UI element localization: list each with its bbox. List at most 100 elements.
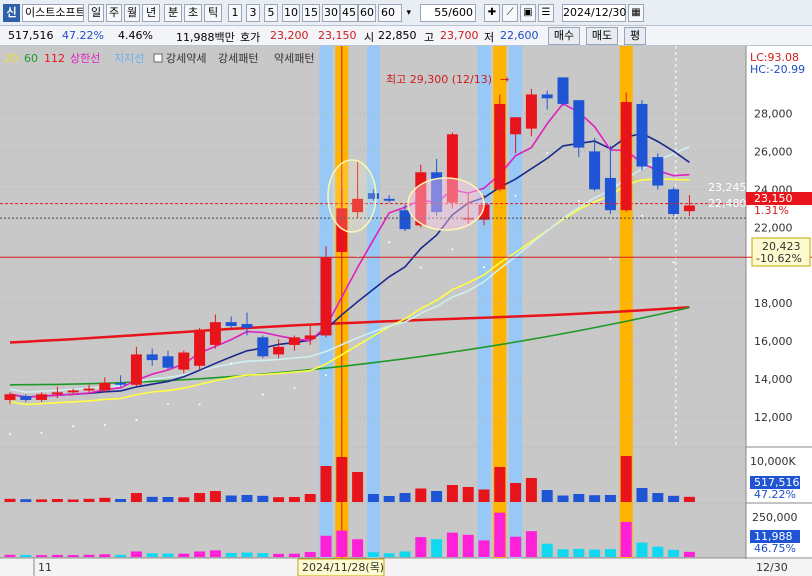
amount-bar [162,553,174,557]
support-dot [103,423,106,426]
volume-bar [510,483,522,502]
volume-bar [683,496,695,502]
volume-bar [273,497,285,502]
interval-45[interactable]: 45 [340,4,358,22]
month-label: 11 [38,561,52,574]
tab-year[interactable]: 년 [142,4,160,22]
eval-button[interactable]: 평 [624,27,646,45]
amount-bar [67,555,79,557]
interval-1[interactable]: 1 [228,4,242,22]
amount-bar [83,554,95,557]
volume-bar [225,495,237,502]
support-dot [230,362,233,365]
amount-bar [557,549,569,557]
amount-bar [668,549,680,557]
tab-week[interactable]: 주 [106,4,122,22]
amount-bar [446,532,458,557]
candle-up [178,352,190,370]
legend-ma112: 112 [44,52,65,65]
interval-30[interactable]: 30 [322,4,340,22]
volume-bar [257,495,269,502]
candle-up [99,382,111,391]
support-dot [483,266,485,269]
tab-second[interactable]: 초 [184,4,202,22]
crosshair-date: 2024/11/28(목) [302,561,384,574]
price-tick-label: 28,000 [754,107,793,120]
amount-bar [367,552,379,557]
volume-bar [83,498,95,502]
interval-5[interactable]: 5 [264,4,278,22]
date-input[interactable]: 2024/12/30 [562,4,626,22]
amount-bar [4,554,16,557]
volume-tag-ratio: 47.22% [754,488,796,501]
interval-10[interactable]: 10 [282,4,300,22]
tab-tick[interactable]: 틱 [204,4,222,22]
high-annotation: 최고 29,300 (12/13) [386,73,492,86]
legend-weak-pattern: 약세패턴 [274,51,314,65]
price-chart[interactable]: 20 60 112 상한선 지지선 강세약세 강세패턴 약세패턴 최고 29,3… [0,46,812,576]
interval-15[interactable]: 15 [302,4,320,22]
new-badge[interactable]: 신 [3,4,20,22]
support-dot [9,433,11,436]
volume-bar [525,478,537,502]
sell-button[interactable]: 매도 [586,27,618,45]
amount-bar [683,551,695,557]
amount-bar [510,536,522,557]
candle-down [399,210,411,230]
ask-label: 호가 [240,31,261,44]
tab-day[interactable]: 일 [88,4,104,22]
calendar-icon[interactable]: ▦ [628,4,644,22]
interval-dropdown[interactable]: 60 ▾ [378,4,411,22]
chart-toolbar: 신 이스트소프트 일 주 월 년 분 초 틱 1 3 5 10 15 30 45… [0,0,812,26]
amount-tag-ratio: 46.75% [754,542,796,555]
volume-bar [446,485,458,502]
candle-up [288,337,300,345]
interval-60[interactable]: 60 [358,4,376,22]
volume-bar [51,499,63,502]
volume-bar [589,495,601,502]
tab-month[interactable]: 월 [124,4,140,22]
volume-bar [462,487,474,502]
strength-checkbox[interactable] [153,53,163,63]
crosshair-icon[interactable]: ✚ [484,4,500,22]
amount-bar [257,553,269,557]
candle-down [668,189,680,214]
amount-value: 11,988백만 [176,31,235,44]
stock-name-input[interactable]: 이스트소프트 [22,4,84,22]
support-dot [198,403,201,406]
quote-bar: 517,516 47.22% 4.46% 11,988백만 호가 23,200 … [0,26,812,46]
open-label: 시 [364,31,375,44]
volume-bar [573,494,585,502]
volume-bar [209,491,221,502]
save-icon[interactable]: ▣ [520,4,536,22]
tab-minute[interactable]: 분 [164,4,182,22]
support-dot [325,374,327,377]
candle-up [209,322,221,345]
interval-3[interactable]: 3 [246,4,260,22]
menu-icon[interactable]: ☰ [538,4,554,22]
buy-button[interactable]: 매수 [548,27,580,45]
volume-bar [178,497,190,502]
candle-up [194,329,206,366]
amount-bar [478,540,490,557]
volume-bar [604,495,616,502]
support-dot [388,241,391,244]
volume-bar [399,493,411,502]
volume-ratio: 47.22% [62,29,104,42]
candle-up [620,102,632,211]
volume-bar [352,472,364,502]
amount-bar [225,552,237,557]
candle-down [573,100,585,148]
candle-up [4,394,16,400]
amount-bar [241,552,253,557]
amount-bar [573,548,585,557]
candle-down [604,177,616,211]
count-input[interactable]: 55/600 [420,4,476,22]
volume-bar [541,490,553,502]
candle-up [683,205,695,212]
volume-bar [557,495,569,502]
amount-bar [146,553,158,557]
volume-bar [99,497,111,502]
line-tool-icon[interactable]: ⟋ [502,4,518,22]
amount-bar [115,554,127,557]
